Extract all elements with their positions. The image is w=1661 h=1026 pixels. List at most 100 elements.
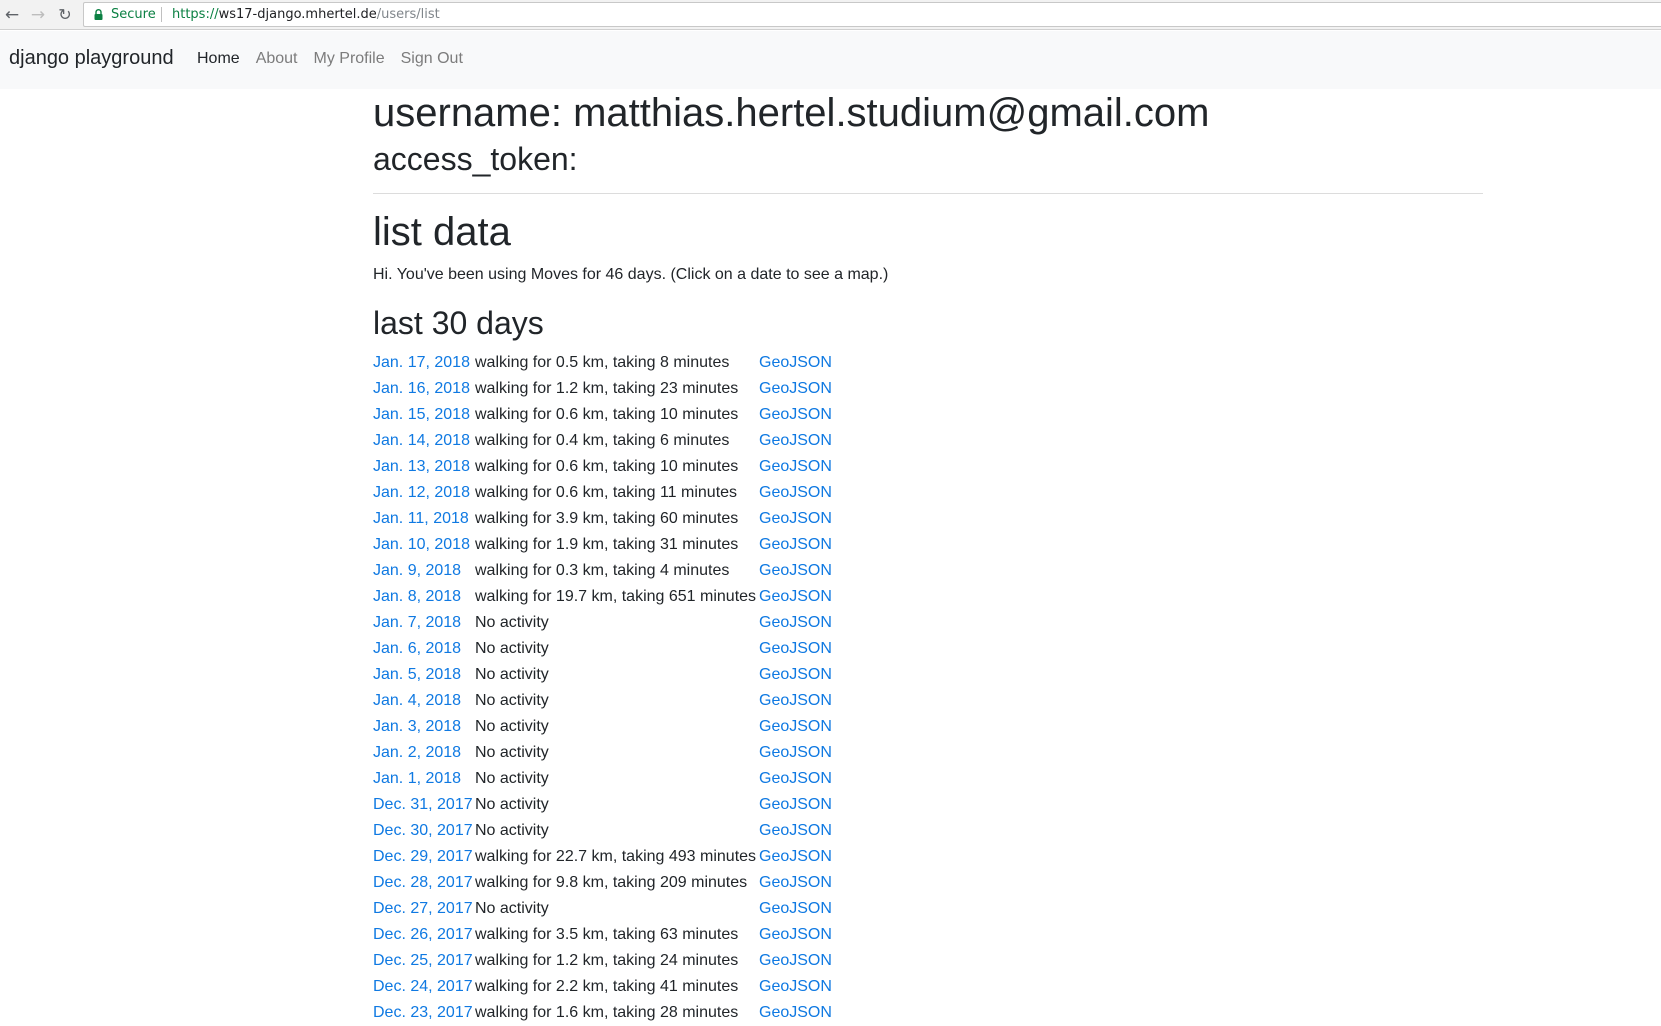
geojson-link[interactable]: GeoJSON — [759, 458, 832, 475]
geojson-link[interactable]: GeoJSON — [759, 666, 832, 683]
nav-link-my-profile[interactable]: My Profile — [314, 50, 385, 68]
table-row: Jan. 2, 2018 No activity GeoJSON — [373, 740, 832, 766]
site-navbar: django playground Home About My Profile … — [0, 31, 1661, 89]
list-data-heading: list data — [373, 210, 511, 254]
date-link[interactable]: Jan. 14, 2018 — [373, 432, 470, 449]
table-row: Dec. 25, 2017 walking for 1.2 km, taking … — [373, 948, 832, 974]
brand-link[interactable]: django playground — [9, 47, 174, 70]
geojson-cell: GeoJSON — [759, 506, 832, 532]
date-cell: Dec. 27, 2017 — [373, 896, 475, 922]
geojson-link[interactable]: GeoJSON — [759, 926, 832, 943]
date-link[interactable]: Dec. 26, 2017 — [373, 926, 473, 943]
date-cell: Jan. 3, 2018 — [373, 714, 475, 740]
geojson-link[interactable]: GeoJSON — [759, 536, 832, 553]
geojson-link[interactable]: GeoJSON — [759, 380, 832, 397]
table-row: Jan. 1, 2018 No activity GeoJSON — [373, 766, 832, 792]
url-path: /users/list — [376, 7, 440, 22]
activity-summary: walking for 3.5 km, taking 63 minutes — [475, 926, 739, 943]
date-link[interactable]: Dec. 31, 2017 — [373, 796, 473, 813]
table-row: Dec. 27, 2017 No activity GeoJSON — [373, 896, 832, 922]
date-link[interactable]: Jan. 6, 2018 — [373, 640, 461, 657]
date-link[interactable]: Jan. 9, 2018 — [373, 562, 461, 579]
date-link[interactable]: Dec. 25, 2017 — [373, 952, 473, 969]
date-link[interactable]: Jan. 5, 2018 — [373, 666, 461, 683]
geojson-cell: GeoJSON — [759, 792, 832, 818]
date-cell: Jan. 13, 2018 — [373, 454, 475, 480]
geojson-link[interactable]: GeoJSON — [759, 562, 832, 579]
nav-link-sign-out[interactable]: Sign Out — [401, 50, 463, 68]
geojson-link[interactable]: GeoJSON — [759, 640, 832, 657]
geojson-link[interactable]: GeoJSON — [759, 1004, 832, 1021]
nav-link-home[interactable]: Home — [197, 50, 240, 68]
table-row: Jan. 7, 2018 No activity GeoJSON — [373, 610, 832, 636]
geojson-link[interactable]: GeoJSON — [759, 900, 832, 917]
geojson-link[interactable]: GeoJSON — [759, 874, 832, 891]
geojson-link[interactable]: GeoJSON — [759, 822, 832, 839]
reload-icon[interactable]: ↻ — [55, 5, 75, 25]
date-link[interactable]: Jan. 11, 2018 — [373, 510, 469, 527]
activity-summary: walking for 0.6 km, taking 11 minutes — [475, 484, 738, 501]
url-scheme: https:// — [172, 7, 219, 22]
date-link[interactable]: Jan. 12, 2018 — [373, 484, 470, 501]
nav-link-about[interactable]: About — [256, 50, 298, 68]
geojson-link[interactable]: GeoJSON — [759, 588, 832, 605]
geojson-cell: GeoJSON — [759, 428, 832, 454]
date-link[interactable]: Jan. 15, 2018 — [373, 406, 470, 423]
geojson-link[interactable]: GeoJSON — [759, 510, 832, 527]
address-bar[interactable]: Secure https://ws17-django.mhertel.de/us… — [83, 2, 1661, 27]
geojson-cell: GeoJSON — [759, 376, 832, 402]
date-cell: Jan. 7, 2018 — [373, 610, 475, 636]
date-link[interactable]: Jan. 16, 2018 — [373, 380, 470, 397]
geojson-link[interactable]: GeoJSON — [759, 692, 832, 709]
geojson-link[interactable]: GeoJSON — [759, 484, 832, 501]
date-cell: Dec. 23, 2017 — [373, 1000, 475, 1026]
table-row: Dec. 23, 2017 walking for 1.6 km, taking … — [373, 1000, 832, 1026]
geojson-link[interactable]: GeoJSON — [759, 432, 832, 449]
date-link[interactable]: Dec. 24, 2017 — [373, 978, 473, 995]
date-link[interactable]: Jan. 3, 2018 — [373, 718, 461, 735]
date-link[interactable]: Dec. 29, 2017 — [373, 848, 473, 865]
date-link[interactable]: Jan. 7, 2018 — [373, 614, 461, 631]
date-link[interactable]: Dec. 23, 2017 — [373, 1004, 473, 1021]
geojson-link[interactable]: GeoJSON — [759, 718, 832, 735]
forward-arrow-icon[interactable]: → — [28, 5, 48, 25]
back-arrow-icon[interactable]: ← — [2, 5, 22, 25]
date-link[interactable]: Jan. 17, 2018 — [373, 354, 470, 371]
date-cell: Dec. 26, 2017 — [373, 922, 475, 948]
geojson-link[interactable]: GeoJSON — [759, 978, 832, 995]
activity-summary: walking for 9.8 km, taking 209 minutes — [475, 874, 748, 891]
geojson-link[interactable]: GeoJSON — [759, 614, 832, 631]
geojson-link[interactable]: GeoJSON — [759, 406, 832, 423]
table-row: Dec. 29, 2017 walking for 22.7 km, taking… — [373, 844, 832, 870]
geojson-link[interactable]: GeoJSON — [759, 952, 832, 969]
date-link[interactable]: Jan. 2, 2018 — [373, 744, 461, 761]
geojson-link[interactable]: GeoJSON — [759, 354, 832, 371]
geojson-link[interactable]: GeoJSON — [759, 796, 832, 813]
activity-summary: No activity — [475, 900, 549, 917]
activity-summary: walking for 1.6 km, taking 28 minutes — [475, 1004, 739, 1021]
table-row: Jan. 17, 2018 walking for 0.5 km, taking … — [373, 350, 832, 376]
date-cell: Jan. 11, 2018 — [373, 506, 475, 532]
date-link[interactable]: Jan. 13, 2018 — [373, 458, 470, 475]
date-cell: Jan. 4, 2018 — [373, 688, 475, 714]
geojson-link[interactable]: GeoJSON — [759, 744, 832, 761]
url-host: ws17-django.mhertel.de — [218, 7, 377, 22]
date-link[interactable]: Jan. 10, 2018 — [373, 536, 470, 553]
table-row: Jan. 15, 2018 walking for 0.6 km, taking … — [373, 402, 832, 428]
date-link[interactable]: Jan. 4, 2018 — [373, 692, 461, 709]
browser-toolbar: ← → ↻ Secure https://ws17-django.mhertel… — [0, 0, 1661, 30]
url-text[interactable]: https://ws17-django.mhertel.de/users/lis… — [172, 3, 440, 26]
date-link[interactable]: Dec. 30, 2017 — [373, 822, 473, 839]
date-link[interactable]: Dec. 27, 2017 — [373, 900, 473, 917]
geojson-link[interactable]: GeoJSON — [759, 770, 832, 787]
date-cell: Jan. 16, 2018 — [373, 376, 475, 402]
url-separator — [161, 7, 162, 22]
geojson-cell: GeoJSON — [759, 688, 832, 714]
date-cell: Jan. 14, 2018 — [373, 428, 475, 454]
date-link[interactable]: Dec. 28, 2017 — [373, 874, 473, 891]
table-row: Jan. 12, 2018 walking for 0.6 km, taking … — [373, 480, 832, 506]
geojson-cell: GeoJSON — [759, 480, 832, 506]
geojson-link[interactable]: GeoJSON — [759, 848, 832, 865]
date-link[interactable]: Jan. 8, 2018 — [373, 588, 461, 605]
date-link[interactable]: Jan. 1, 2018 — [373, 770, 461, 787]
